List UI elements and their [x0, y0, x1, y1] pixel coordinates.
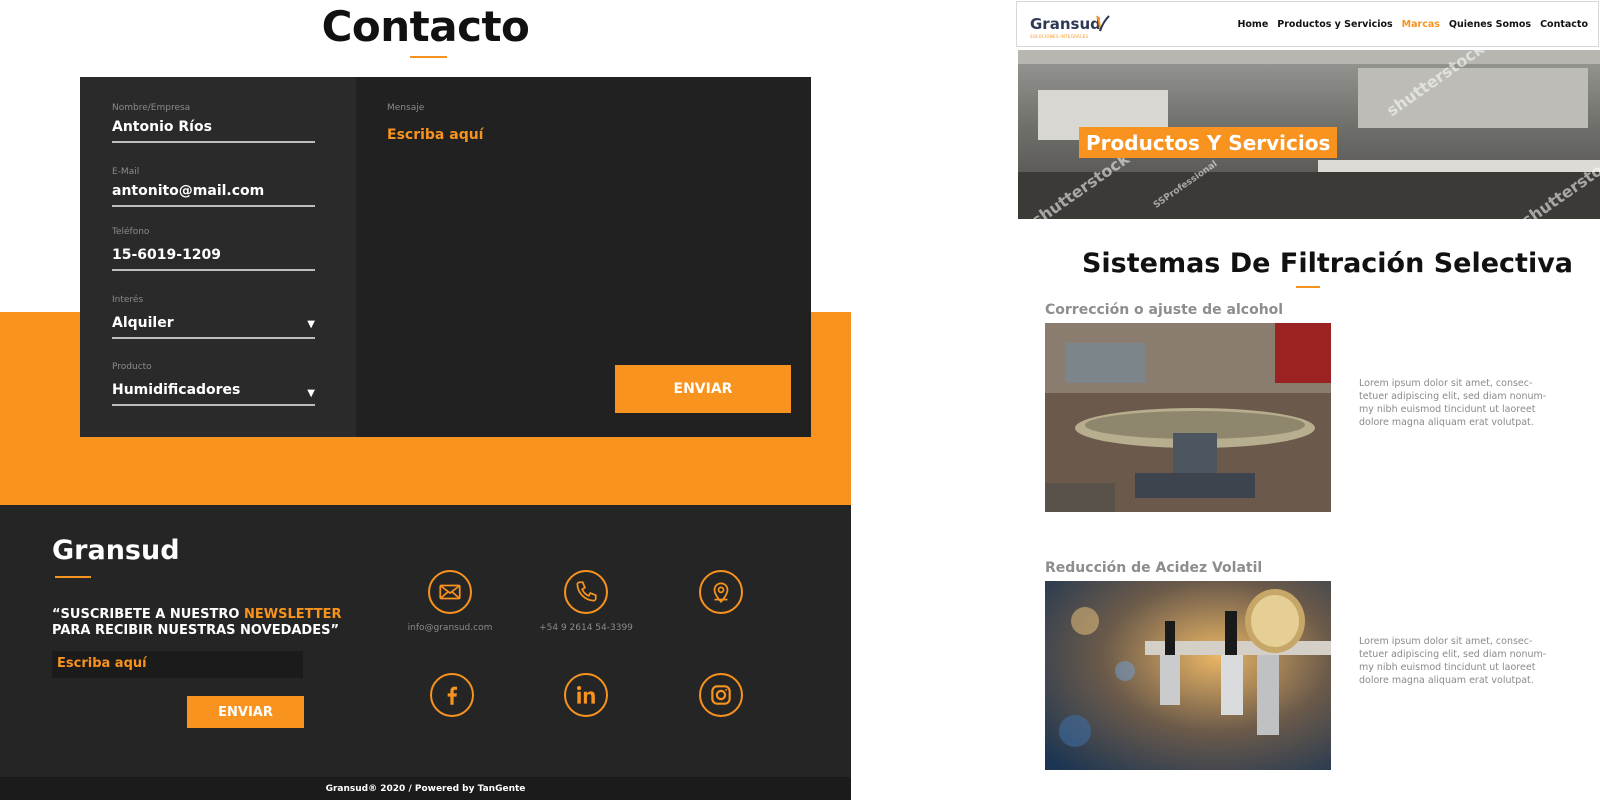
newsletter-text: “SUSCRIBETE A NUESTRO NEWSLETTER PARA RE…	[52, 607, 342, 639]
interest-field[interactable]: Interés Alquiler ▼	[112, 295, 315, 339]
name-label: Nombre/Empresa	[112, 103, 191, 113]
product-field[interactable]: Producto Humidificadores ▼	[112, 362, 315, 406]
mail-icon[interactable]	[428, 570, 472, 614]
contact-form: Nombre/Empresa Antonio Ríos E-Mail anton…	[80, 77, 811, 437]
section-underline	[1296, 286, 1320, 288]
nav-item-home[interactable]: Home	[1237, 19, 1268, 30]
logo-mark-icon	[1096, 15, 1110, 32]
nav-item-contacto[interactable]: Contacto	[1540, 19, 1588, 30]
product-description: Lorem ipsum dolor sit amet, consec- tetu…	[1359, 635, 1549, 687]
message-label: Mensaje	[387, 103, 425, 113]
logo-text: Gransud	[1030, 15, 1101, 33]
desc-line: dolore magna aliquam erat volutpat.	[1359, 675, 1534, 686]
chevron-down-icon[interactable]: ▼	[307, 388, 315, 399]
desc-line: tetuer adipiscing elit, sed diam nonum-	[1359, 391, 1547, 402]
navbar: Gransud SOLUCIONES INTEGRALES Home Produ…	[1016, 1, 1599, 47]
newsletter-line2: PARA RECIBIR NUESTRAS NOVEDADES”	[52, 623, 340, 638]
facebook-icon[interactable]	[430, 673, 474, 717]
section-title: Sistemas De Filtración Selectiva	[1081, 248, 1574, 279]
desc-line: Lorem ipsum dolor sit amet, consec-	[1359, 636, 1533, 647]
product-label: Producto	[112, 362, 152, 372]
email-label: E-Mail	[112, 167, 140, 177]
name-input[interactable]: Antonio Ríos	[112, 119, 315, 143]
phone-input[interactable]: 15-6019-1209	[112, 247, 315, 271]
email-field[interactable]: E-Mail antonito@mail.com	[112, 167, 315, 207]
newsletter-send-button[interactable]: ENVIAR	[187, 696, 304, 728]
nav-item-quienes-somos[interactable]: Quienes Somos	[1449, 19, 1531, 30]
phone-field[interactable]: Teléfono 15-6019-1209	[112, 227, 315, 271]
phone-text[interactable]: +54 9 2614 54-3399	[526, 623, 646, 633]
footer: Gransud “SUSCRIBETE A NUESTRO NEWSLETTER…	[0, 505, 851, 800]
email-text[interactable]: info@gransud.com	[390, 623, 510, 633]
product-value: Humidificadores	[112, 382, 241, 398]
message-textarea[interactable]: Escriba aquí	[387, 127, 483, 143]
title-underline	[410, 56, 447, 58]
product-title: Corrección o ajuste de alcohol	[1045, 302, 1284, 318]
contact-panel: Contacto Nombre/Empresa Antonio Ríos E-M…	[0, 0, 851, 800]
product-description: Lorem ipsum dolor sit amet, consec- tetu…	[1359, 377, 1549, 429]
newsletter-input[interactable]: Escriba aquí	[52, 651, 303, 678]
product-title: Reducción de Acidez Volatil	[1045, 560, 1263, 576]
form-fields-column: Nombre/Empresa Antonio Ríos E-Mail anton…	[80, 77, 356, 437]
newsletter-accent: NEWSLETTER	[244, 607, 342, 622]
desc-line: dolore magna aliquam erat volutpat.	[1359, 417, 1534, 428]
nav-item-marcas[interactable]: Marcas	[1402, 19, 1440, 30]
hero-title: Productos Y Servicios	[1079, 127, 1338, 158]
product-image[interactable]	[1045, 581, 1331, 770]
chevron-down-icon[interactable]: ▼	[307, 319, 315, 330]
email-input[interactable]: antonito@mail.com	[112, 183, 315, 207]
nav-menu: Home Productos y Servicios Marcas Quiene…	[1237, 19, 1588, 30]
hero-counter	[1318, 160, 1600, 172]
product-select[interactable]: Humidificadores ▼	[112, 382, 315, 406]
linkedin-icon[interactable]	[564, 673, 608, 717]
location-icon[interactable]	[699, 570, 743, 614]
website-preview: Gransud SOLUCIONES INTEGRALES Home Produ…	[1015, 0, 1600, 800]
phone-icon[interactable]	[564, 570, 608, 614]
desc-line: my nibh euismod tincidunt ut laoreet	[1359, 662, 1536, 673]
hero-image: shutterstock shutterstock shutterstock S…	[1018, 50, 1600, 219]
interest-select[interactable]: Alquiler ▼	[112, 315, 315, 339]
logo[interactable]: Gransud SOLUCIONES INTEGRALES	[1030, 15, 1110, 39]
send-button[interactable]: ENVIAR	[615, 365, 791, 413]
instagram-icon[interactable]	[699, 673, 743, 717]
interest-value: Alquiler	[112, 315, 174, 331]
hero-ceiling	[1018, 50, 1600, 64]
newsletter-prefix: “SUSCRIBETE A NUESTRO	[52, 607, 244, 622]
phone-label: Teléfono	[112, 227, 150, 237]
nav-item-productos[interactable]: Productos y Servicios	[1277, 19, 1392, 30]
brand-underline	[55, 576, 91, 578]
logo-tagline: SOLUCIONES INTEGRALES	[1030, 34, 1089, 39]
footer-brand: Gransud	[52, 535, 180, 566]
product-image[interactable]	[1045, 323, 1331, 512]
interest-label: Interés	[112, 295, 144, 305]
copyright-bar: Gransud® 2020 / Powered by TanGente	[0, 777, 851, 800]
desc-line: my nibh euismod tincidunt ut laoreet	[1359, 404, 1536, 415]
name-field[interactable]: Nombre/Empresa Antonio Ríos	[112, 103, 315, 143]
desc-line: tetuer adipiscing elit, sed diam nonum-	[1359, 649, 1547, 660]
desc-line: Lorem ipsum dolor sit amet, consec-	[1359, 378, 1533, 389]
contact-title: Contacto	[321, 2, 530, 51]
